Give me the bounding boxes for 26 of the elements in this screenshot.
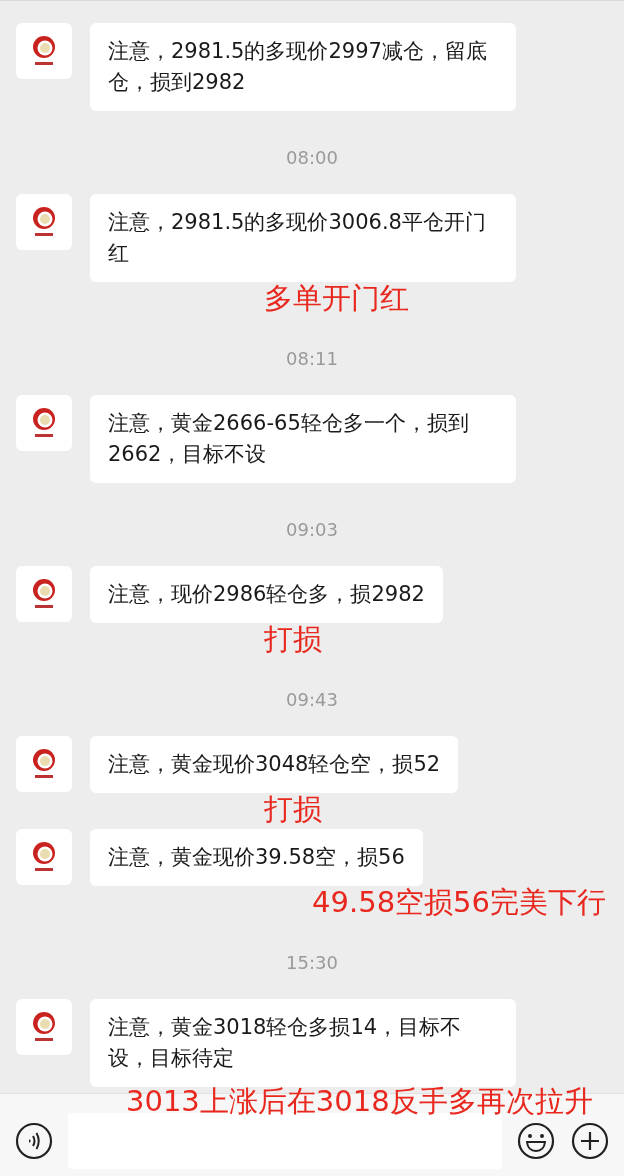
avatar-logo-icon[interactable]: [16, 194, 72, 250]
annotation-text: 多单开门红: [264, 280, 409, 316]
avatar-logo-icon[interactable]: [16, 736, 72, 792]
message-bubble[interactable]: 注意，2981.5的多现价2997减仓，留底仓，损到2982: [90, 23, 516, 111]
avatar-logo-icon[interactable]: [16, 999, 72, 1055]
timestamp: 09:03: [286, 519, 338, 540]
message-bubble[interactable]: 注意，黄金3018轻仓多损14，目标不设，目标待定: [90, 999, 516, 1087]
avatar-logo-icon[interactable]: [16, 23, 72, 79]
emoji-icon[interactable]: [516, 1121, 556, 1161]
voice-icon[interactable]: [14, 1121, 54, 1161]
annotation-text: 打损: [264, 621, 322, 657]
avatar-logo-icon[interactable]: [16, 395, 72, 451]
avatar-logo-icon[interactable]: [16, 566, 72, 622]
timestamp: 15:30: [286, 952, 338, 973]
avatar-logo-icon[interactable]: [16, 829, 72, 885]
annotation-text: 打损: [264, 791, 322, 827]
timestamp: 09:43: [286, 689, 338, 710]
message-bubble[interactable]: 注意，黄金现价3048轻仓空，损52: [90, 736, 459, 793]
message-bubble[interactable]: 注意，黄金2666-65轻仓多一个，损到2662，目标不设: [90, 395, 516, 483]
message-bubble[interactable]: 注意，黄金现价39.58空，损56: [90, 829, 423, 886]
timestamp: 08:11: [286, 348, 338, 369]
timestamp: 08:00: [286, 147, 338, 168]
message-bubble[interactable]: 注意，2981.5的多现价3006.8平仓开门红: [90, 194, 516, 282]
annotation-text: 49.58空损56完美下行: [312, 884, 606, 920]
plus-icon[interactable]: [570, 1121, 610, 1161]
message-bubble[interactable]: 注意，现价2986轻仓多，损2982: [90, 566, 443, 623]
